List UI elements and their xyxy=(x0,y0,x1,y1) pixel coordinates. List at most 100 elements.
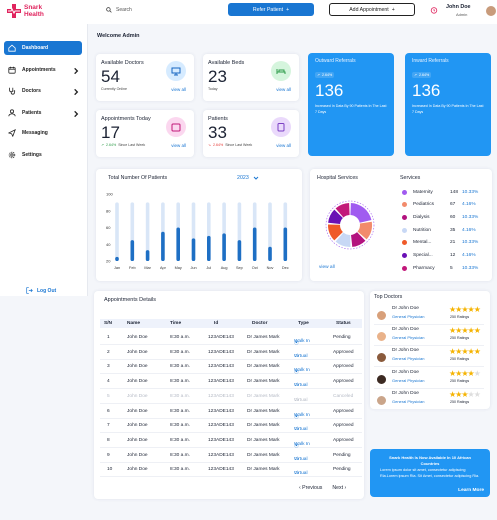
stat-card-doctors: Available Doctors 54 Currently Online vi… xyxy=(96,54,194,101)
bar[interactable] xyxy=(145,250,150,261)
bar[interactable] xyxy=(252,227,257,262)
user-menu[interactable]: John Doe Admin xyxy=(446,3,497,19)
service-count: 60 xyxy=(450,214,456,220)
home-icon xyxy=(8,44,16,52)
chevron-right-icon xyxy=(74,110,79,118)
service-row[interactable]: Maternity 148 10.33% xyxy=(402,188,497,196)
bar[interactable] xyxy=(222,233,226,261)
alarm-icon[interactable] xyxy=(430,6,438,14)
x-tick-label: Mar xyxy=(144,266,151,270)
view-all-link[interactable]: view all xyxy=(171,87,186,92)
service-name: Pediatrics xyxy=(413,202,435,208)
service-row[interactable]: Dialysis 60 10.33% xyxy=(402,213,497,221)
y-tick-label: 80 xyxy=(106,208,111,213)
previous-button[interactable]: ‹ Previous xyxy=(299,485,322,491)
learn-more-link[interactable]: Learn More xyxy=(458,488,484,493)
x-tick-label: Oct xyxy=(252,266,259,270)
sidebar-item-messaging[interactable]: Messaging xyxy=(4,126,82,140)
doctor-list-item[interactable]: Dr John Doe General Physician ★★★★★ 250 Rat… xyxy=(374,324,484,347)
page-title: Welcome Admin xyxy=(97,33,140,39)
view-all-link[interactable]: view all xyxy=(276,143,291,148)
avatar xyxy=(376,310,387,321)
view-all-link[interactable]: view all xyxy=(276,87,291,92)
x-tick-label: Aug xyxy=(221,266,228,270)
table-row[interactable]: 8 John Doe 8:30 a.m. 123ADE143 Dr James Mark… xyxy=(100,434,362,449)
service-row[interactable]: Nutrition 35 4.16% xyxy=(402,226,497,234)
service-count: 12 xyxy=(450,253,456,258)
logout-button[interactable]: Log Out xyxy=(26,287,56,294)
table-row[interactable]: 10 John Doe 8:30 a.m. 123ADE143 Dr James Mar… xyxy=(100,463,362,478)
next-button[interactable]: Next › xyxy=(332,485,346,491)
service-row[interactable]: Pediatrics 67 4.16% xyxy=(402,201,497,209)
x-tick-label: Feb xyxy=(129,266,136,270)
send-icon xyxy=(8,129,16,137)
sidebar-item-doctors[interactable]: Doctors xyxy=(4,84,82,98)
table-row[interactable]: 6 John Doe 8:30 a.m. 123ADE143 Dr James Mark… xyxy=(100,405,362,420)
bar[interactable] xyxy=(115,256,119,261)
table-header: S/N Name Time Id Doctor Type Status xyxy=(100,319,362,328)
stethoscope-icon xyxy=(9,87,16,95)
doctor-list-item[interactable]: Dr John Doe General Physician ★★★★★ 250 Rat… xyxy=(374,303,484,325)
legend-dot xyxy=(402,265,407,271)
search-icon xyxy=(106,7,112,13)
sidebar-item-dashboard[interactable]: Dashboard xyxy=(4,41,82,55)
star-rating: ★★★★★ xyxy=(449,368,481,378)
table-row[interactable]: 7 John Doe 8:30 a.m. 123ADE143 Dr James Mark… xyxy=(100,419,362,434)
legend-dot xyxy=(402,240,407,246)
table-row[interactable]: 9 John Doe 8:30 a.m. 123ADE143 Dr James Mark… xyxy=(100,449,362,463)
sidebar-item-appointments[interactable]: Appointments xyxy=(4,63,82,77)
sidebar-item-patients[interactable]: Patients xyxy=(4,106,82,120)
brand-name: Snark Health xyxy=(24,4,44,18)
table-row[interactable]: 3 John Doe 8:30 a.m. 123ADE143 Dr James Mark… xyxy=(100,360,362,375)
bed-icon xyxy=(271,61,291,81)
bar[interactable] xyxy=(191,238,196,261)
calendar-icon xyxy=(8,66,16,74)
top-bar: Snark Health Search Refer Patient + Add Ap… xyxy=(0,0,497,24)
bar[interactable] xyxy=(207,235,211,261)
table-row[interactable]: 4 John Doe 8:30 a.m. 123ADE143 Dr James Mark… xyxy=(100,375,362,390)
logout-icon xyxy=(26,287,33,294)
bar[interactable] xyxy=(176,227,180,262)
bar[interactable] xyxy=(268,246,272,261)
add-appointment-button[interactable]: Add Appointment + xyxy=(329,3,415,16)
service-row[interactable]: Special... 12 4.16% xyxy=(402,252,497,260)
x-tick-label: Dec xyxy=(282,266,289,270)
legend-dot xyxy=(402,189,407,195)
service-count: 35 xyxy=(450,227,456,233)
service-row[interactable]: Pharmacy 5 10.33% xyxy=(402,264,497,272)
avatar xyxy=(376,373,387,385)
star-rating: ★★★★★ xyxy=(449,389,481,399)
service-name: Nutrition xyxy=(413,227,431,233)
x-tick-label: Sep xyxy=(236,266,243,270)
bar[interactable] xyxy=(161,231,165,261)
services-donut-chart xyxy=(325,200,375,250)
y-tick-label: 40 xyxy=(106,242,111,247)
search-input[interactable]: Search xyxy=(106,7,132,13)
x-tick-label: May xyxy=(175,266,182,270)
service-row[interactable]: Mental... 21 10.33% xyxy=(402,239,497,247)
view-all-link[interactable]: view all xyxy=(319,265,335,270)
refer-patient-button[interactable]: Refer Patient + xyxy=(228,3,314,16)
table-row[interactable]: 2 John Doe 8:30 a.m. 123ADE143 Dr James Mark… xyxy=(100,346,362,360)
inward-referrals-card[interactable]: Inward Referrals ↗ 2.64% 136 Increased In… xyxy=(405,53,491,156)
table-row[interactable]: 1 John Doe 8:30 a.m. 123ADE143 Dr James Mark… xyxy=(100,331,362,346)
doctor-list-item[interactable]: Dr John Doe General Physician ★★★★★ 250 Rat… xyxy=(374,345,484,368)
service-name: Pharmacy xyxy=(413,265,435,271)
bar[interactable] xyxy=(283,227,288,262)
view-all-link[interactable]: view all xyxy=(171,143,186,148)
trend-up-icon: ↗ xyxy=(101,143,105,147)
user-icon xyxy=(8,109,16,117)
bar[interactable] xyxy=(237,240,242,261)
table-row[interactable]: 5 John Doe 8:30 a.m. 123ADE143 Dr James Mark… xyxy=(100,390,362,404)
legend-dot xyxy=(402,253,407,258)
promo-card: Snark Health Is Now Available In 10 Afri… xyxy=(370,449,490,497)
sidebar-item-settings[interactable]: Settings xyxy=(4,148,82,162)
bar[interactable] xyxy=(130,240,135,261)
stat-card-beds: Available Beds 23 Today view all xyxy=(203,54,299,101)
doctor-list-item[interactable]: Dr John Doe General Physician ★★★★★ 250 Rat… xyxy=(374,388,484,410)
y-tick-label: 60 xyxy=(106,225,111,230)
outward-referrals-card[interactable]: Outward Referrals ↗ 2.64% 136 Increased I… xyxy=(308,53,394,156)
sidebar: Dashboard Appointments Doctors Patients … xyxy=(0,24,88,296)
doctor-list-item[interactable]: Dr John Doe General Physician ★★★★★ 250 Rat… xyxy=(374,367,484,389)
donut-slice[interactable] xyxy=(350,203,372,223)
